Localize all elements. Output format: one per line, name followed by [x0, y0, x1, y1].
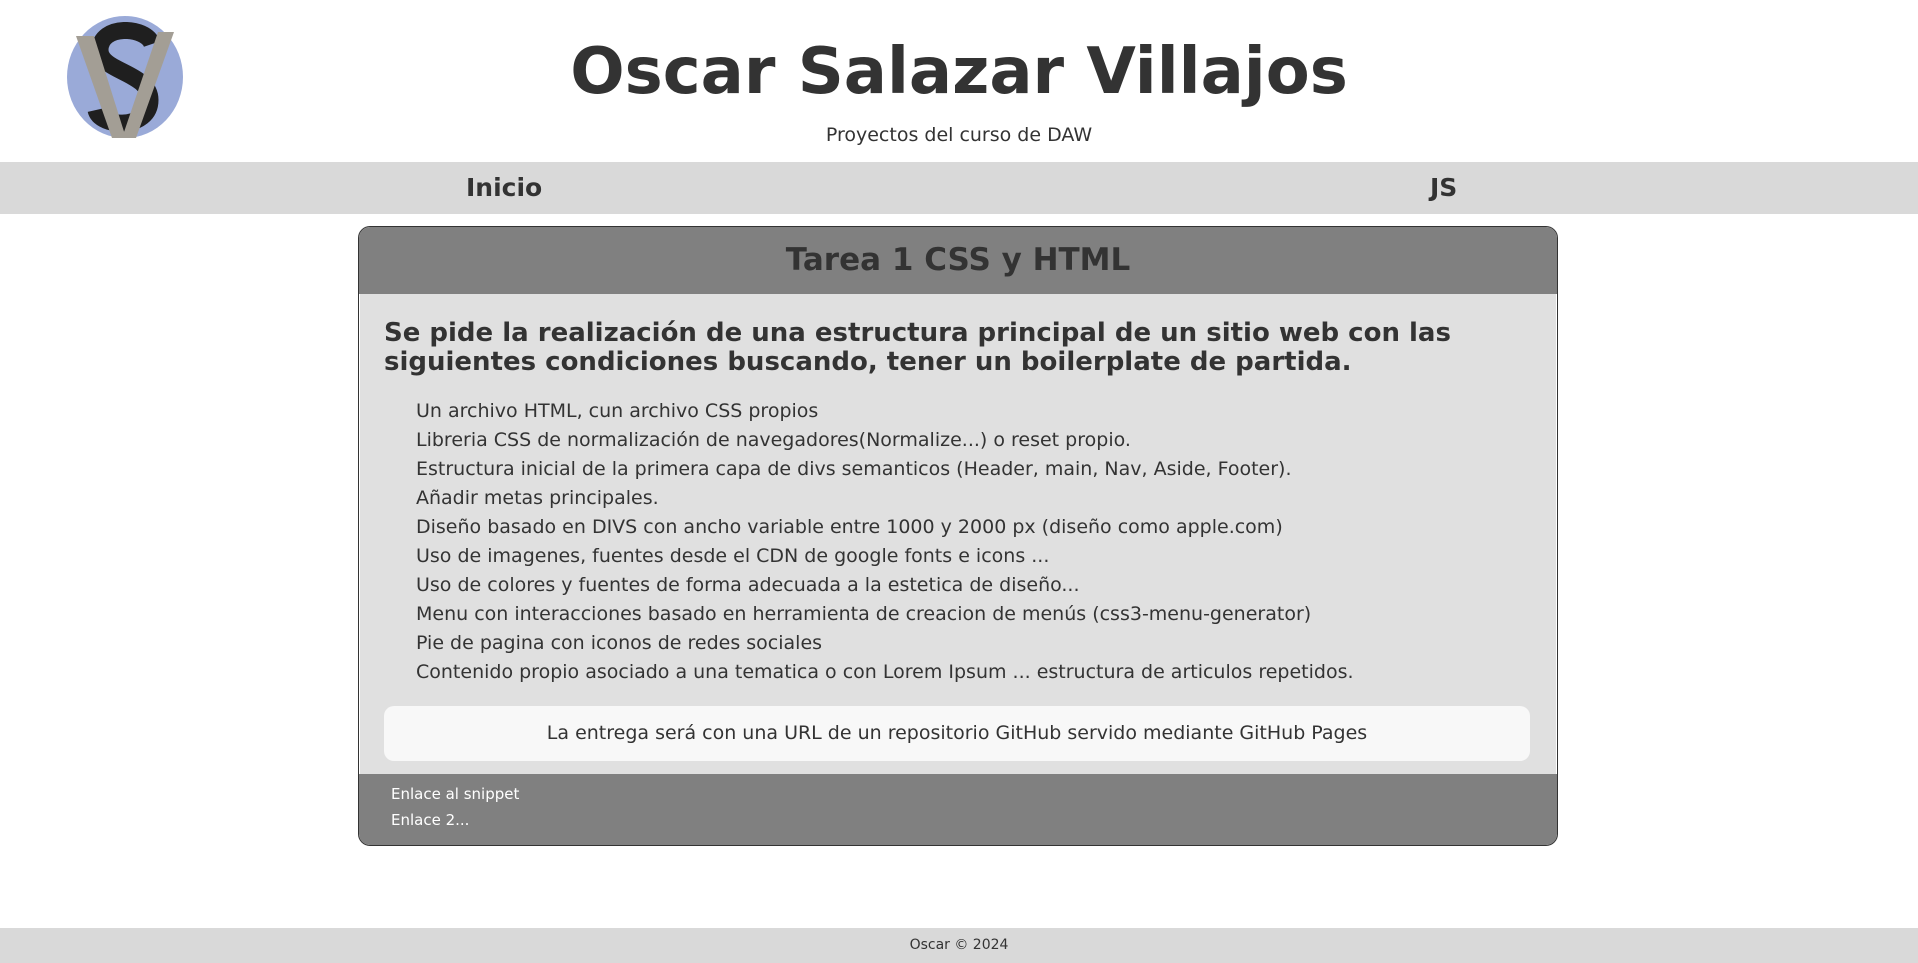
nav-item-inicio[interactable]: Inicio [466, 162, 542, 214]
list-item: Contenido propio asociado a una tematica… [416, 661, 1354, 683]
main-nav: Inicio JS [0, 162, 1918, 214]
list-item: Uso de imagenes, fuentes desde el CDN de… [416, 545, 1050, 567]
card-footer: Enlace al snippet Enlace 2... [359, 774, 1557, 845]
secondary-link[interactable]: Enlace 2... [391, 810, 469, 830]
card-intro: Se pide la realización de una estructura… [384, 318, 1451, 377]
requirements-list: Un archivo HTML, cun archivo CSS propios… [416, 397, 1354, 687]
list-item: Estructura inicial de la primera capa de… [416, 458, 1292, 480]
card-title: Tarea 1 CSS y HTML [359, 227, 1557, 294]
site-footer: Oscar © 2024 [0, 928, 1918, 963]
snippet-link[interactable]: Enlace al snippet [391, 784, 519, 804]
site-header: Oscar Salazar Villajos Proyectos del cur… [0, 0, 1918, 161]
task-card: Tarea 1 CSS y HTML Se pide la realizació… [358, 226, 1558, 846]
list-item: Uso de colores y fuentes de forma adecua… [416, 574, 1080, 596]
list-item: Libreria CSS de normalización de navegad… [416, 429, 1131, 451]
delivery-note: La entrega será con una URL de un reposi… [384, 706, 1530, 761]
list-item: Diseño basado en DIVS con ancho variable… [416, 516, 1283, 538]
list-item: Un archivo HTML, cun archivo CSS propios [416, 400, 819, 422]
list-item: Menu con interacciones basado en herrami… [416, 603, 1312, 625]
nav-item-js[interactable]: JS [1430, 162, 1457, 214]
list-item: Pie de pagina con iconos de redes social… [416, 632, 823, 654]
list-item: Añadir metas principales. [416, 487, 659, 509]
site-subtitle: Proyectos del curso de DAW [825, 124, 1093, 146]
site-title: Oscar Salazar Villajos [570, 35, 1348, 109]
